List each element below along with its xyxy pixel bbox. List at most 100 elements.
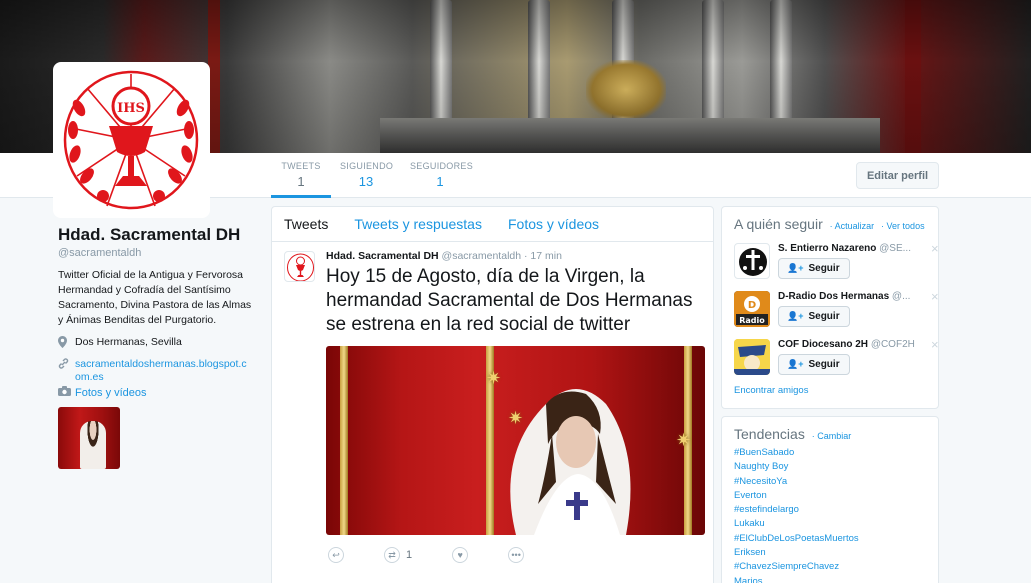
trends-card: Tendencias · Cambiar #BuenSabado Naughty…: [721, 416, 939, 583]
website-link-line: om.es: [75, 371, 104, 383]
view-all-link[interactable]: · Ver todos: [881, 221, 925, 231]
profile-name[interactable]: Hdad. Sacramental DH: [58, 225, 258, 245]
trend-item[interactable]: Everton: [734, 489, 926, 503]
tweet[interactable]: Hdad. Sacramental DH @sacramentaldh · 17…: [272, 242, 713, 563]
tweet-timestamp[interactable]: · 17 min: [524, 250, 562, 262]
profile-avatar[interactable]: IHS: [53, 62, 210, 218]
follow-label: Seguir: [808, 263, 840, 274]
who-to-follow-card: A quién seguir · Actualizar · Ver todos …: [721, 206, 939, 409]
follow-button[interactable]: 👤+ Seguir: [778, 354, 850, 375]
link-icon: [58, 358, 70, 373]
banner-detail: [380, 118, 880, 153]
svg-text:Radio: Radio: [739, 316, 765, 325]
timeline-tabs: Tweets Tweets y respuestas Fotos y vídeo…: [272, 207, 713, 242]
thumbnail-figure: [80, 421, 106, 469]
website-link-line: sacramentaldoshermanas.blogspot.c: [75, 358, 247, 370]
reply-icon: ↩: [328, 547, 344, 563]
stat-value: 13: [358, 174, 374, 189]
like-button[interactable]: ♥: [452, 547, 469, 563]
trend-item[interactable]: #NecesitoYa: [734, 475, 926, 489]
trend-item[interactable]: Marios: [734, 575, 926, 583]
cartoon-avatar-icon: [734, 339, 770, 375]
suggestion-name-line: S. Entierro Nazareno @SE...: [778, 243, 911, 254]
retweet-count: 1: [406, 549, 413, 561]
stat-value: 1: [297, 174, 305, 189]
who-to-follow-title: A quién seguir: [734, 216, 823, 232]
trend-list: #BuenSabado Naughty Boy #NecesitoYa Ever…: [722, 442, 938, 583]
dismiss-icon[interactable]: ×: [931, 289, 939, 304]
trends-title: Tendencias: [734, 426, 805, 442]
radio-logo-icon: D Radio: [734, 291, 770, 327]
banner-detail: [612, 0, 634, 150]
stat-tweets[interactable]: TWEETS 1: [271, 153, 331, 198]
trends-header: Tendencias · Cambiar: [722, 417, 938, 442]
stat-followers[interactable]: SEGUIDORES 1: [410, 153, 473, 198]
stat-value: 1: [436, 174, 444, 189]
trend-item[interactable]: #ElClubDeLosPoetasMuertos: [734, 532, 926, 546]
tweet-header: Hdad. Sacramental DH @sacramentaldh · 17…: [326, 250, 703, 262]
heart-icon: ♥: [452, 547, 469, 563]
refresh-link[interactable]: · Actualizar: [830, 221, 875, 231]
banner-detail: [586, 60, 666, 120]
follow-label: Seguir: [808, 359, 840, 370]
tab-tweets[interactable]: Tweets: [284, 216, 328, 232]
profile-website: sacramentaldoshermanas.blogspot.c om.es: [58, 358, 258, 384]
follow-user-icon: 👤+: [787, 359, 804, 369]
dismiss-icon[interactable]: ×: [931, 241, 939, 256]
star-ornament-icon: ✷: [676, 430, 692, 450]
timeline: Tweets Tweets y respuestas Fotos y vídeo…: [271, 206, 714, 583]
reply-button[interactable]: ↩: [328, 547, 344, 563]
change-trends-link[interactable]: · Cambiar: [812, 431, 852, 441]
emblem-icon: [739, 248, 767, 276]
find-friends-link[interactable]: Encontrar amigos: [734, 385, 808, 396]
trend-item[interactable]: #estefindelargo: [734, 503, 926, 517]
trend-item[interactable]: #ChavezSiempreChavez: [734, 560, 926, 574]
edit-profile-button[interactable]: Editar perfil: [856, 162, 939, 189]
suggestion-avatar[interactable]: [734, 243, 770, 279]
website-link[interactable]: sacramentaldoshermanas.blogspot.c om.es: [75, 358, 247, 384]
tweet-author-name[interactable]: Hdad. Sacramental DH: [326, 250, 439, 262]
more-dots-icon: •••: [508, 547, 525, 563]
location-pin-icon: [58, 336, 70, 352]
media-thumbnail[interactable]: [58, 407, 120, 469]
suggestion-handle: @COF2H: [870, 339, 915, 350]
stat-label: TWEETS: [281, 161, 321, 171]
tab-tweets-replies[interactable]: Tweets y respuestas: [354, 216, 482, 232]
retweet-button[interactable]: ⇄ 1: [384, 547, 412, 563]
who-to-follow-header: A quién seguir · Actualizar · Ver todos: [722, 207, 938, 232]
trend-item[interactable]: Lukaku: [734, 517, 926, 531]
photos-videos-label: Fotos y vídeos: [75, 386, 147, 399]
follow-user-icon: 👤+: [787, 263, 804, 273]
follow-button[interactable]: 👤+ Seguir: [778, 306, 850, 327]
banner-detail: [702, 0, 724, 130]
image-detail: [340, 346, 348, 535]
banner-detail: [770, 0, 792, 130]
stat-following[interactable]: SIGUIENDO 13: [340, 153, 393, 198]
tweet-actions: ↩ ⇄ 1 ♥ •••: [326, 547, 703, 563]
trend-item[interactable]: Eriksen: [734, 546, 926, 560]
svg-text:IHS: IHS: [117, 101, 145, 116]
suggestion-name[interactable]: S. Entierro Nazareno: [778, 243, 876, 254]
suggestion-name[interactable]: COF Diocesano 2H: [778, 339, 868, 350]
suggestion-name-line: COF Diocesano 2H @COF2H: [778, 339, 915, 350]
suggestion-name[interactable]: D-Radio Dos Hermanas: [778, 291, 889, 302]
tab-photos-videos[interactable]: Fotos y vídeos: [508, 216, 599, 232]
camera-icon: [58, 386, 71, 399]
suggestion-name-line: D-Radio Dos Hermanas @...: [778, 291, 910, 302]
suggestion-avatar[interactable]: D Radio: [734, 291, 770, 327]
location-text: Dos Hermanas, Sevilla: [75, 336, 182, 348]
trend-item[interactable]: #BuenSabado: [734, 446, 926, 460]
brotherhood-seal-logo: [287, 253, 314, 281]
more-button[interactable]: •••: [508, 547, 525, 563]
photos-videos-link[interactable]: Fotos y vídeos: [58, 386, 147, 399]
tweet-media-image[interactable]: ✷ ✷ ✷ ✷: [326, 346, 705, 535]
tweet-author-handle[interactable]: @sacramentaldh: [442, 250, 522, 262]
dismiss-icon[interactable]: ×: [931, 337, 939, 352]
trend-item[interactable]: Naughty Boy: [734, 460, 926, 474]
profile-location: Dos Hermanas, Sevilla: [58, 336, 258, 352]
follow-user-icon: 👤+: [787, 311, 804, 321]
tweet-avatar[interactable]: [284, 251, 315, 282]
follow-button[interactable]: 👤+ Seguir: [778, 258, 850, 279]
suggestion-avatar[interactable]: [734, 339, 770, 375]
profile-handle[interactable]: @sacramentaldh: [58, 247, 258, 259]
